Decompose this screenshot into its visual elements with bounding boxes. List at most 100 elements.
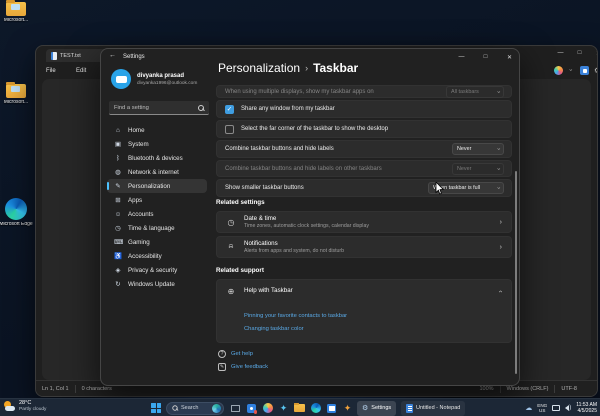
- status-zoom[interactable]: 100%: [473, 386, 499, 392]
- notepad-maximize-button[interactable]: □: [571, 46, 588, 60]
- sidebar-item-bluetooth[interactable]: ᛒBluetooth & devices: [107, 151, 207, 165]
- sidebar-item-label: Privacy & security: [128, 267, 177, 274]
- sidebar-item-accounts[interactable]: ☺Accounts: [107, 207, 207, 221]
- taskbar-search[interactable]: Search: [166, 402, 224, 415]
- account-email: divyanka1996@outlook.com: [137, 81, 197, 86]
- network-icon[interactable]: [552, 405, 560, 411]
- task-view-icon: [231, 405, 240, 412]
- dropdown-combine-buttons[interactable]: Never ›: [452, 143, 504, 155]
- folder-icon: [6, 84, 26, 98]
- teams-button[interactable]: ✦: [277, 402, 290, 415]
- clock[interactable]: 11:53 AM 4/5/2025: [576, 402, 597, 415]
- sidebar-item-label: Windows Update: [128, 281, 175, 288]
- desktop-icon-folder-2[interactable]: Microsoft...: [0, 84, 38, 106]
- network-icon: ◍: [114, 168, 122, 176]
- notepad-menu-edit[interactable]: Edit: [76, 64, 86, 77]
- start-button[interactable]: [151, 403, 161, 413]
- weather-widget[interactable]: 28°C Partly cloudy: [3, 400, 46, 413]
- chevron-down-icon: ›: [495, 187, 501, 189]
- card-title: Date & time: [244, 215, 369, 222]
- update-icon: ↻: [114, 280, 122, 288]
- sidebar-item-system[interactable]: ▣System: [107, 137, 207, 151]
- status-cursor-position: Ln 1, Col 1: [36, 386, 75, 392]
- card-title: Notifications: [244, 240, 344, 247]
- copilot-button[interactable]: [261, 402, 274, 415]
- sidebar-item-label: Accounts: [128, 211, 153, 218]
- volume-icon[interactable]: ): [565, 405, 571, 411]
- chevron-up-icon[interactable]: ›: [497, 290, 504, 292]
- photos-button[interactable]: ✦: [341, 402, 354, 415]
- get-help-link[interactable]: ? Get help: [218, 350, 253, 358]
- setting-label: Select the far corner of the taskbar to …: [241, 126, 388, 132]
- desktop-icon-folder-1[interactable]: Microsoft...: [0, 2, 38, 24]
- sidebar-item-accessibility[interactable]: ♿Accessibility: [107, 249, 207, 263]
- setting-label: Share any window from my taskbar: [241, 106, 335, 112]
- setting-row-smaller-buttons: Show smaller taskbar buttons When taskba…: [216, 179, 512, 197]
- store-icon: [327, 404, 336, 413]
- avatar[interactable]: [111, 69, 131, 89]
- help-icon: ?: [218, 350, 226, 358]
- help-link-pin-contacts[interactable]: Pinning your favorite contacts to taskba…: [244, 313, 347, 319]
- copilot-icon[interactable]: [554, 66, 563, 75]
- status-line-endings[interactable]: Windows (CRLF): [501, 386, 555, 392]
- setting-label: Combine taskbar buttons and hide labels …: [225, 166, 382, 172]
- status-encoding[interactable]: UTF-8: [555, 386, 583, 392]
- notepad-icon: [406, 404, 413, 413]
- store-button[interactable]: [325, 402, 338, 415]
- help-link-taskbar-color[interactable]: Changing taskbar color: [244, 326, 304, 332]
- related-notifications[interactable]: ⍾ Notifications Alerts from apps and sys…: [216, 236, 512, 258]
- notepad-file-icon: [51, 52, 57, 60]
- notepad-taskbar-button[interactable]: Untitled - Notepad: [401, 401, 465, 416]
- setting-row-combine-buttons: Combine taskbar buttons and hide labels …: [216, 140, 512, 158]
- settings-taskbar-button[interactable]: ⚙ Settings: [357, 401, 396, 416]
- notepad-minimize-button[interactable]: —: [552, 46, 569, 60]
- time-icon: ◷: [114, 224, 122, 232]
- status-char-count: 0 characters: [76, 386, 118, 392]
- chevron-down-icon: ›: [495, 168, 501, 170]
- search-input[interactable]: Find a setting: [109, 101, 209, 115]
- sidebar-item-windows-update[interactable]: ↻ Windows Update: [107, 277, 207, 291]
- blue-app-icon[interactable]: [580, 66, 589, 75]
- get-help-label: Get help: [231, 351, 253, 357]
- onedrive-cloud-icon[interactable]: ☁: [525, 404, 532, 412]
- file-explorer-button[interactable]: [293, 402, 306, 415]
- chat-button[interactable]: [245, 402, 258, 415]
- account-name: divyanka prasad: [137, 73, 184, 79]
- desktop-icon-label: Microsoft...: [0, 100, 38, 106]
- give-feedback-link[interactable]: ✎ Give feedback: [218, 363, 268, 371]
- card-subtitle: Time zones, automatic clock settings, ca…: [244, 223, 369, 229]
- notepad-close-button[interactable]: ✕: [590, 46, 598, 60]
- sidebar-item-gaming[interactable]: ⌨Gaming: [107, 235, 207, 249]
- related-date-time[interactable]: ◷ Date & time Time zones, automatic cloc…: [216, 211, 512, 233]
- mouse-cursor: [435, 182, 444, 195]
- language-indicator[interactable]: ENG US: [537, 403, 547, 414]
- setting-row-share-window: ✓ Share any window from my taskbar: [216, 100, 512, 118]
- sidebar-item-personalization[interactable]: ✎Personalization: [107, 179, 207, 193]
- sidebar-item-time-language[interactable]: ◷Time & language: [107, 221, 207, 235]
- home-icon: ⌂: [114, 127, 122, 134]
- sidebar-item-home[interactable]: ⌂Home: [107, 123, 207, 137]
- help-with-taskbar-card[interactable]: ⊕ Help with Taskbar ›: [216, 279, 512, 343]
- setting-label: Show smaller taskbar buttons: [225, 185, 304, 191]
- checkbox-checked[interactable]: ✓: [225, 105, 234, 114]
- checkbox-unchecked[interactable]: [225, 125, 234, 134]
- setting-row-far-corner: Select the far corner of the taskbar to …: [216, 120, 512, 138]
- task-view-button[interactable]: [229, 402, 242, 415]
- sidebar-item-network[interactable]: ◍ Network & internet: [107, 165, 207, 179]
- scrollbar[interactable]: [515, 171, 517, 374]
- notepad-menu-file[interactable]: File: [46, 64, 56, 77]
- chevron-down-icon[interactable]: ›: [567, 69, 573, 71]
- edge-button[interactable]: [309, 402, 322, 415]
- gear-icon[interactable]: ⚙: [594, 66, 598, 75]
- weather-condition: Partly cloudy: [19, 407, 46, 413]
- sidebar-item-apps[interactable]: ⊞Apps: [107, 193, 207, 207]
- back-arrow-icon[interactable]: ←: [109, 52, 116, 59]
- desktop-icon-edge[interactable]: Microsoft Edge: [0, 198, 36, 234]
- file-explorer-icon: [294, 404, 305, 412]
- notepad-taskbar-label: Untitled - Notepad: [416, 405, 460, 411]
- sidebar-item-label: Network & internet: [128, 169, 179, 176]
- card-subtitle: Alerts from apps and system, do not dist…: [244, 248, 344, 254]
- sidebar-item-privacy[interactable]: ◈Privacy & security: [107, 263, 207, 277]
- give-feedback-label: Give feedback: [231, 364, 268, 370]
- bluetooth-icon: ᛒ: [114, 155, 122, 162]
